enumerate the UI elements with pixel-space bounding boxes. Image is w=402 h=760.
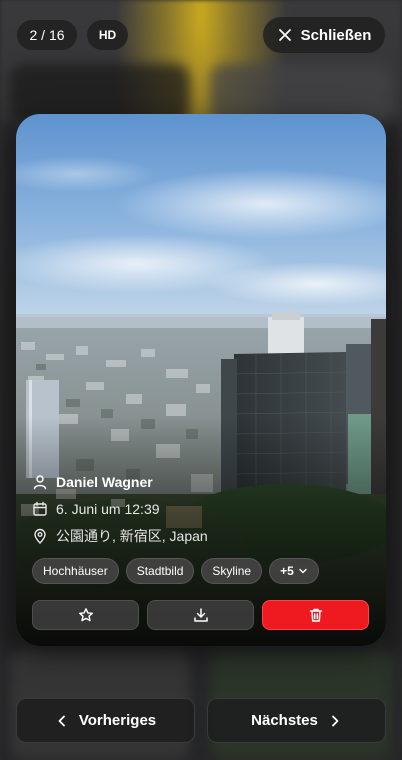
more-tags-button[interactable]: +5 <box>269 558 319 584</box>
previous-button[interactable]: Vorheriges <box>16 698 195 743</box>
calendar-icon <box>33 501 47 516</box>
close-label: Schließen <box>300 26 372 44</box>
chevron-down-icon <box>299 568 307 574</box>
tag-chip[interactable]: Stadtbild <box>125 558 195 584</box>
photo-location[interactable]: 公園通り, 新宿区, Japan <box>32 526 208 546</box>
download-icon <box>193 608 208 622</box>
date-text: 6. Juni um 12:39 <box>56 501 160 517</box>
next-button[interactable]: Nächstes <box>207 698 386 743</box>
delete-button[interactable] <box>262 600 369 630</box>
background-thumbnail <box>384 120 402 650</box>
photo-date: 6. Juni um 12:39 <box>32 501 160 517</box>
photo-card: Daniel Wagner 6. Juni um 12:39 公園通り, 新宿区… <box>16 114 386 646</box>
favorite-button[interactable] <box>32 600 139 630</box>
trash-icon <box>309 608 322 622</box>
photo-actions <box>32 600 369 630</box>
author-name: Daniel Wagner <box>56 474 153 490</box>
tag-chip[interactable]: Hochhäuser <box>32 558 119 584</box>
tag-chip[interactable]: Skyline <box>201 558 263 584</box>
more-tags-count: +5 <box>280 564 294 578</box>
photo-author[interactable]: Daniel Wagner <box>32 474 153 490</box>
chevron-right-icon <box>331 715 339 726</box>
hd-badge: HD <box>87 20 128 50</box>
download-button[interactable] <box>147 600 254 630</box>
image-counter: 2 / 16 <box>17 20 77 50</box>
map-pin-icon <box>34 528 46 544</box>
close-icon <box>278 29 291 41</box>
user-icon <box>33 475 47 490</box>
previous-label: Vorheriges <box>78 712 157 729</box>
next-label: Nächstes <box>251 712 318 729</box>
chevron-left-icon <box>58 715 65 726</box>
star-icon <box>78 608 93 622</box>
tag-list: Hochhäuser Stadtbild Skyline +5 <box>32 558 319 584</box>
location-text: 公園通り, 新宿区, Japan <box>56 528 208 544</box>
close-button[interactable]: Schließen <box>263 17 385 53</box>
